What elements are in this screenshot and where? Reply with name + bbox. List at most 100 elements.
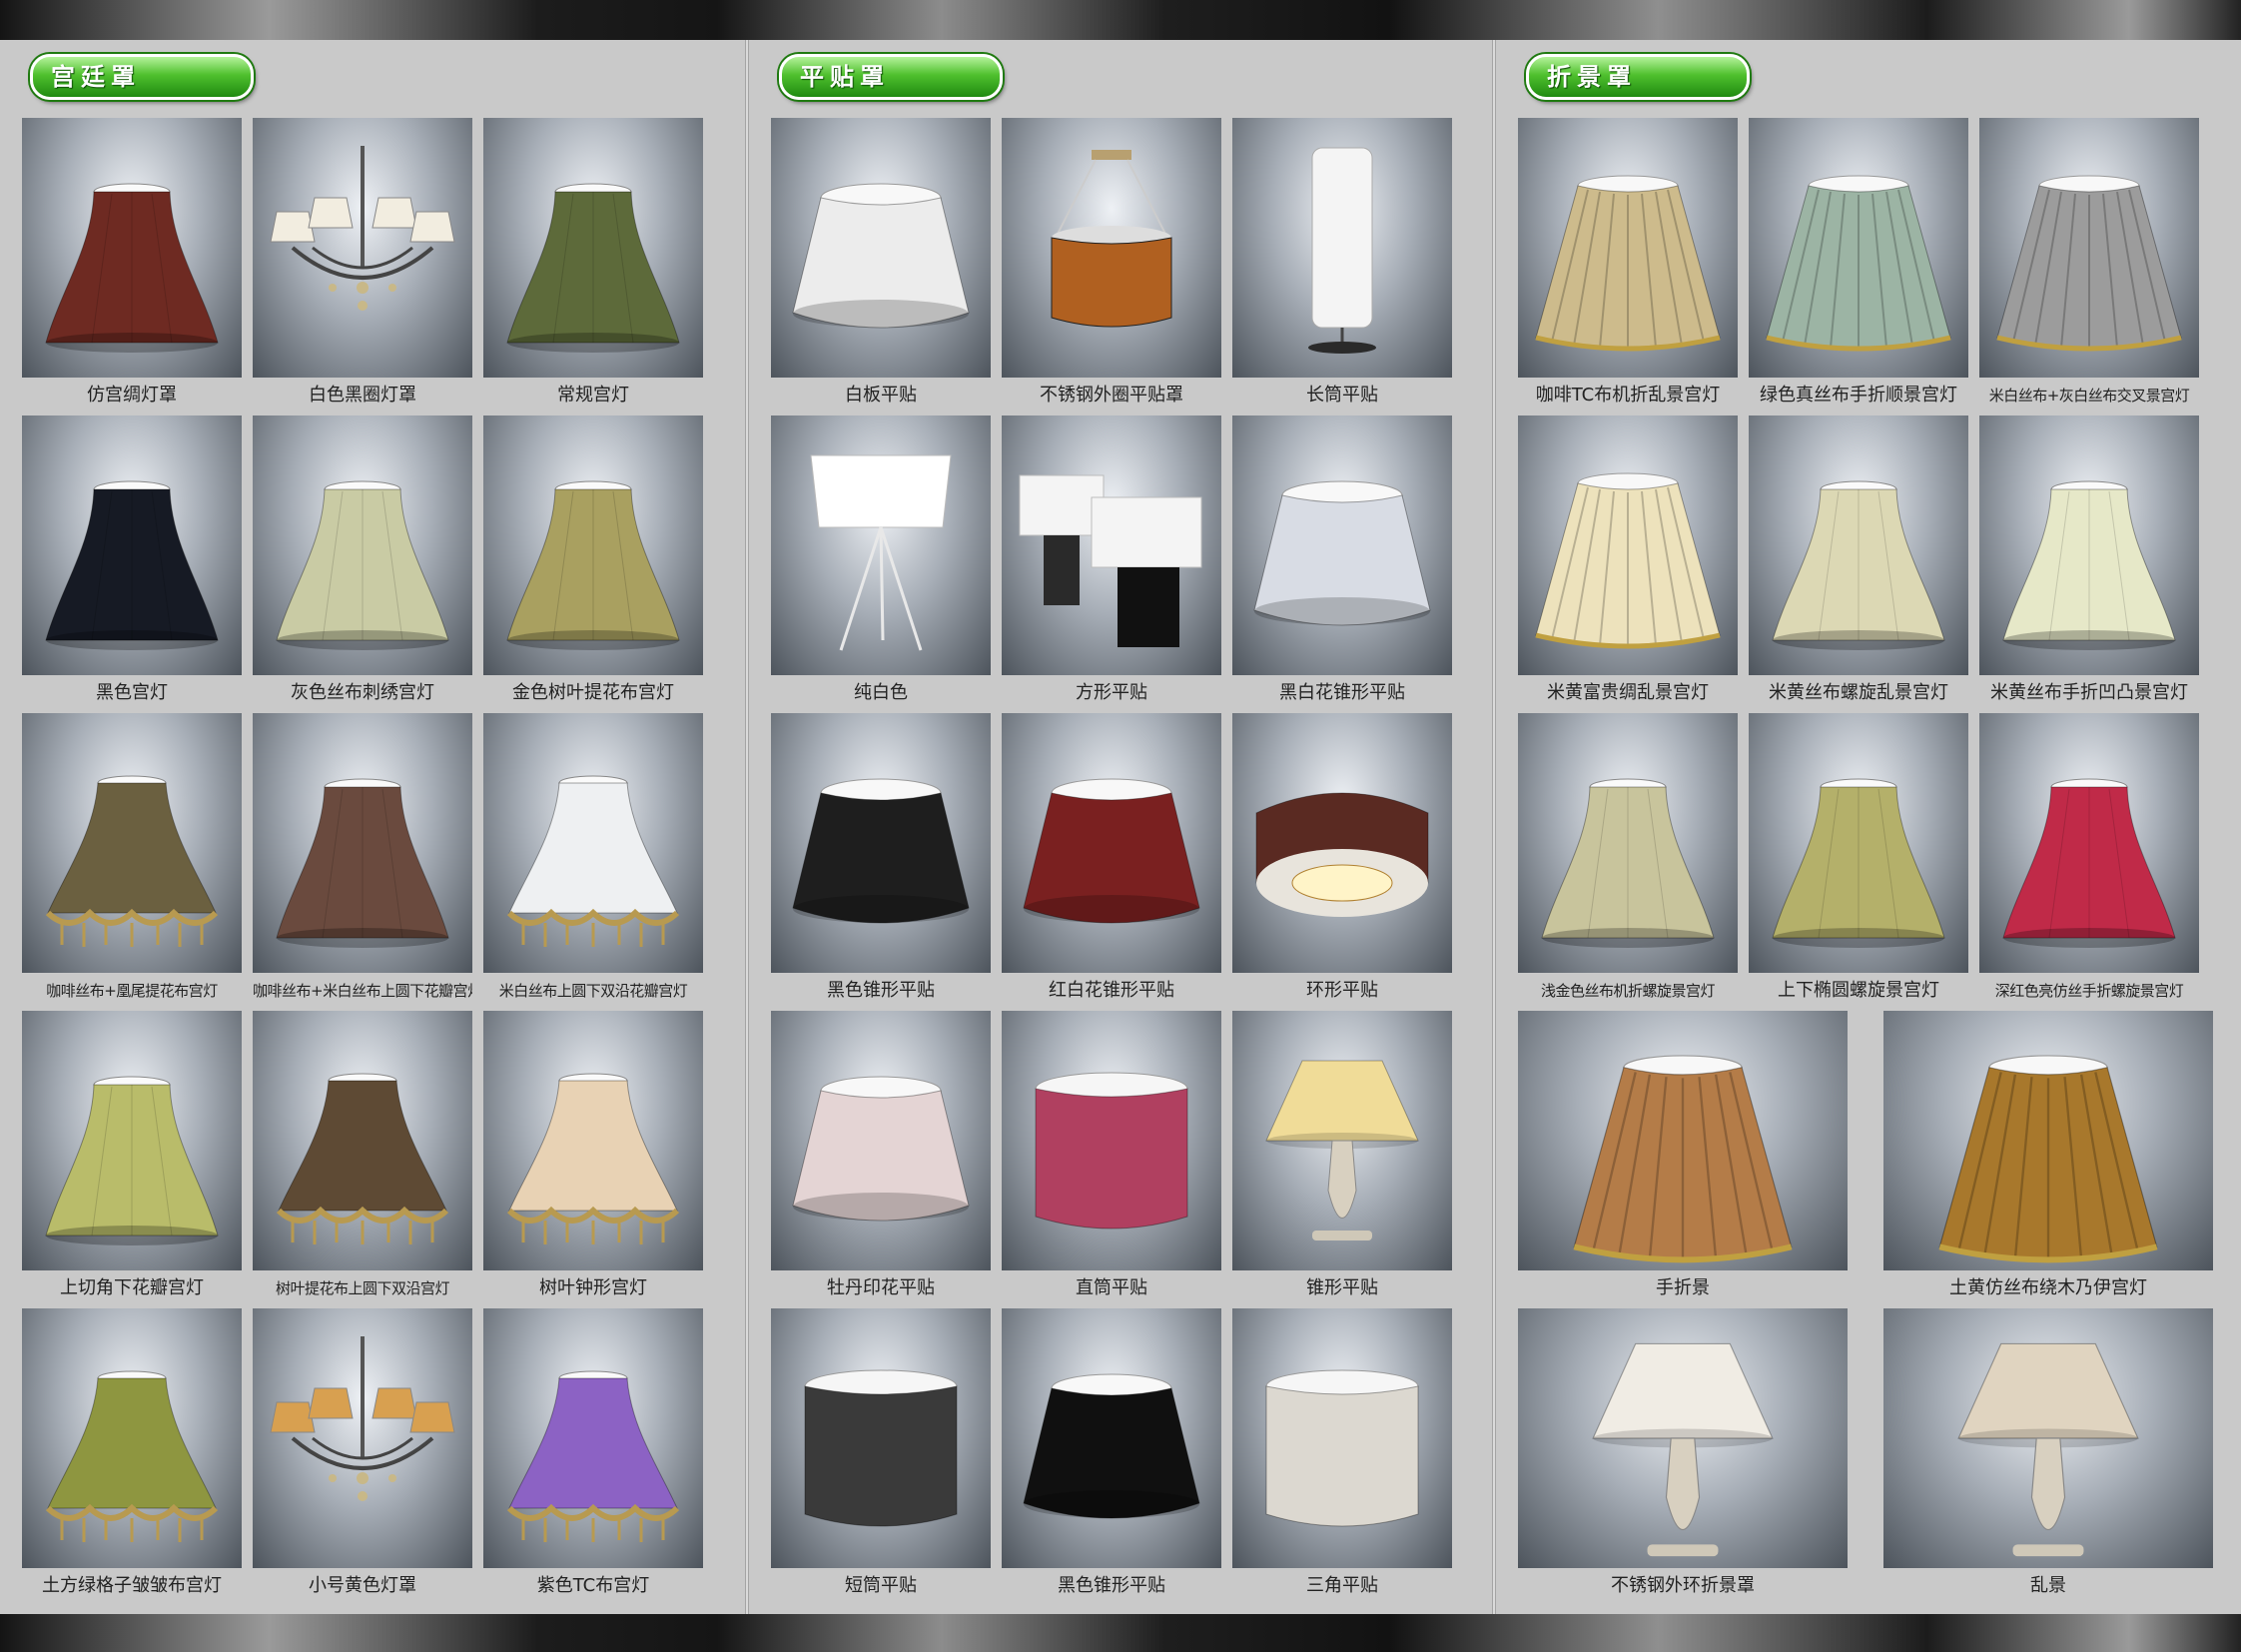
product-caption: 黑色宫灯 — [96, 682, 168, 703]
product-card[interactable]: 常规宫灯 — [483, 118, 703, 413]
product-card[interactable]: 米黄丝布手折凹凸景宫灯 — [1979, 415, 2199, 711]
product-caption: 手折景 — [1656, 1277, 1710, 1298]
product-photo — [22, 1011, 242, 1270]
drum-shade-icon — [792, 778, 970, 924]
fringed-shade-icon — [506, 775, 680, 947]
product-card[interactable]: 不锈钢外圈平贴罩 — [1002, 118, 1221, 413]
product-card[interactable]: 咖啡丝布+米白丝布上圆下花瓣宫灯 — [253, 713, 472, 1009]
drum-shade-icon — [792, 1076, 970, 1222]
product-card[interactable]: 土方绿格子皱皱布宫灯 — [22, 1308, 242, 1604]
product-card[interactable]: 黑色宫灯 — [22, 415, 242, 711]
square-table-lamp-icon — [1019, 474, 1202, 647]
product-photo — [22, 713, 242, 973]
tall-cylinder-lamp-icon — [1308, 147, 1376, 354]
product-card[interactable]: 短筒平贴 — [771, 1308, 991, 1604]
product-card[interactable]: 浅金色丝布机折螺旋景宫灯 — [1518, 713, 1738, 1009]
drum-shade-icon — [792, 183, 970, 329]
product-card[interactable]: 白色黑圈灯罩 — [253, 118, 472, 413]
ring-shade-icon — [1255, 792, 1429, 917]
pleated-shade-icon — [1938, 1055, 2158, 1263]
product-photo — [771, 415, 991, 675]
bell-shade-icon — [276, 480, 449, 650]
fringed-shade-icon — [506, 1370, 680, 1542]
product-card[interactable]: 紫色TC布宫灯 — [483, 1308, 703, 1604]
product-photo — [483, 415, 703, 675]
product-card[interactable]: 三角平贴 — [1232, 1308, 1452, 1604]
cylinder-shade-icon — [804, 1369, 958, 1527]
product-card[interactable]: 方形平贴 — [1002, 415, 1221, 711]
pleated-shade-icon — [1573, 1055, 1793, 1263]
product-card[interactable]: 上下椭圆螺旋景宫灯 — [1749, 713, 1968, 1009]
chandelier-icon — [270, 146, 455, 311]
bell-shade-icon — [45, 480, 219, 650]
product-card[interactable]: 纯白色 — [771, 415, 991, 711]
bell-shade-icon — [1541, 778, 1715, 948]
product-photo — [1749, 713, 1968, 973]
product-card[interactable]: 白板平贴 — [771, 118, 991, 413]
product-card[interactable]: 不锈钢外环折景罩 — [1518, 1308, 1848, 1604]
product-card[interactable]: 米白丝布上圆下双沿花瓣宫灯 — [483, 713, 703, 1009]
bell-shade-icon — [276, 778, 449, 948]
product-photo — [483, 118, 703, 378]
product-photo — [1002, 1011, 1221, 1270]
product-caption: 环形平贴 — [1306, 980, 1378, 1001]
top-decor-bar — [0, 0, 2241, 40]
product-caption: 短筒平贴 — [845, 1575, 917, 1596]
product-photo — [253, 1011, 472, 1270]
product-card[interactable]: 乱景 — [1883, 1308, 2213, 1604]
product-photo — [253, 713, 472, 973]
product-card[interactable]: 黑色锥形平贴 — [771, 713, 991, 1009]
product-card[interactable]: 绿色真丝布手折顺景宫灯 — [1749, 118, 1968, 413]
product-photo — [483, 1011, 703, 1270]
product-photo — [771, 1011, 991, 1270]
product-card[interactable]: 直筒平贴 — [1002, 1011, 1221, 1306]
product-card[interactable]: 金色树叶提花布宫灯 — [483, 415, 703, 711]
drum-shade-icon — [1023, 1373, 1200, 1519]
product-caption: 土方绿格子皱皱布宫灯 — [42, 1575, 222, 1596]
product-card[interactable]: 树叶提花布上圆下双沿宫灯 — [253, 1011, 472, 1306]
product-card[interactable]: 上切角下花瓣宫灯 — [22, 1011, 242, 1306]
section-pleated-shades: 折景罩 咖啡TC布机折乱景宫灯 绿色真丝布手折顺景宫灯 米白丝布+灰白丝布交叉景… — [1518, 40, 2239, 1614]
product-photo — [22, 415, 242, 675]
product-photo — [253, 118, 472, 378]
product-caption: 米黄丝布手折凹凸景宫灯 — [1990, 682, 2188, 703]
product-card[interactable]: 红白花锥形平贴 — [1002, 713, 1221, 1009]
product-card[interactable]: 牡丹印花平贴 — [771, 1011, 991, 1306]
product-caption: 白色黑圈灯罩 — [309, 385, 416, 406]
product-card[interactable]: 灰色丝布刺绣宫灯 — [253, 415, 472, 711]
product-card[interactable]: 锥形平贴 — [1232, 1011, 1452, 1306]
product-caption: 上切角下花瓣宫灯 — [60, 1277, 204, 1298]
product-card[interactable]: 咖啡TC布机折乱景宫灯 — [1518, 118, 1738, 413]
product-card[interactable]: 米黄丝布螺旋乱景宫灯 — [1749, 415, 1968, 711]
product-card[interactable]: 米白丝布+灰白丝布交叉景宫灯 — [1979, 118, 2199, 413]
product-card[interactable]: 树叶钟形宫灯 — [483, 1011, 703, 1306]
bell-shade-icon — [45, 1076, 219, 1245]
product-caption: 三角平贴 — [1306, 1575, 1378, 1596]
fringed-shade-icon — [45, 1370, 219, 1542]
drum-shade-icon — [1253, 480, 1431, 626]
product-card[interactable]: 土黄仿丝布绕木乃伊宫灯 — [1883, 1011, 2213, 1306]
product-card[interactable]: 咖啡丝布+凰尾提花布宫灯 — [22, 713, 242, 1009]
bell-shade-icon — [506, 183, 680, 353]
product-card[interactable]: 黑色锥形平贴 — [1002, 1308, 1221, 1604]
drum-shade-icon — [1023, 778, 1200, 924]
section-title: 宫廷罩 — [30, 54, 254, 100]
product-caption: 不锈钢外圈平贴罩 — [1040, 385, 1183, 406]
product-photo — [483, 713, 703, 973]
product-card[interactable]: 小号黄色灯罩 — [253, 1308, 472, 1604]
product-caption: 直筒平贴 — [1076, 1277, 1147, 1298]
product-photo — [771, 713, 991, 973]
product-photo — [1232, 415, 1452, 675]
bell-shade-icon — [2002, 778, 2176, 948]
product-caption: 方形平贴 — [1076, 682, 1147, 703]
product-card[interactable]: 仿宫绸灯罩 — [22, 118, 242, 413]
product-card[interactable]: 长筒平贴 — [1232, 118, 1452, 413]
bell-shade-icon — [1772, 778, 1945, 948]
section-court-shades: 宫廷罩 仿宫绸灯罩 白色黑圈灯罩 常规宫灯 黑色宫灯 灰色丝布刺绣宫灯 金色树叶… — [22, 40, 741, 1614]
product-card[interactable]: 环形平贴 — [1232, 713, 1452, 1009]
product-card[interactable]: 手折景 — [1518, 1011, 1848, 1306]
product-card[interactable]: 米黄富贵绸乱景宫灯 — [1518, 415, 1738, 711]
product-card[interactable]: 深红色亮仿丝手折螺旋景宫灯 — [1979, 713, 2199, 1009]
product-card[interactable]: 黑白花锥形平贴 — [1232, 415, 1452, 711]
product-photo — [1232, 1011, 1452, 1270]
